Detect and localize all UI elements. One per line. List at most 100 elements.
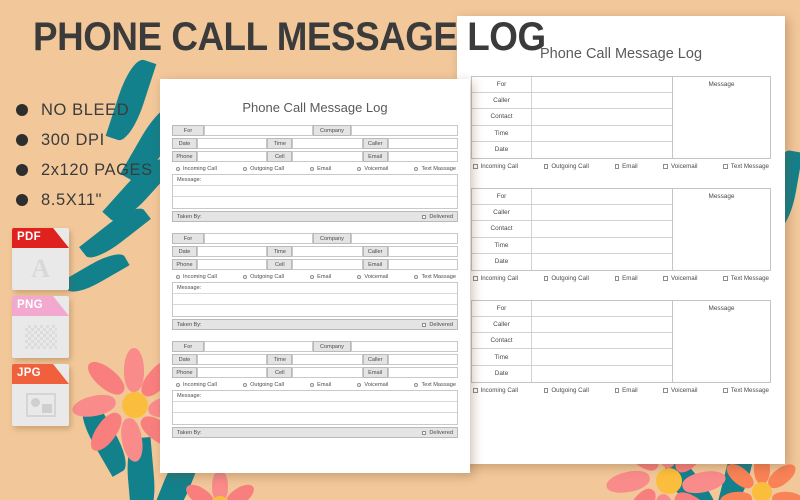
field-input-time[interactable]: [532, 238, 672, 253]
checkbox-option[interactable]: Text Message: [723, 275, 769, 282]
message-line[interactable]: [173, 294, 457, 305]
field-input-caller[interactable]: [532, 205, 672, 220]
radio-icon[interactable]: [357, 275, 362, 279]
radio-icon[interactable]: [243, 383, 248, 387]
field-input-for[interactable]: [204, 233, 313, 244]
radio-icon[interactable]: [357, 383, 362, 387]
radio-option[interactable]: Outgoing Call: [243, 274, 284, 280]
field-input-caller[interactable]: [387, 246, 458, 257]
message-column[interactable]: Message: [672, 188, 770, 270]
radio-option[interactable]: Incoming Call: [176, 382, 217, 388]
field-input-caller[interactable]: [532, 93, 672, 108]
checkbox-icon[interactable]: [723, 276, 728, 281]
message-box[interactable]: Message:: [172, 390, 458, 425]
checkbox-icon[interactable]: [543, 276, 549, 281]
field-input-caller[interactable]: [387, 138, 458, 149]
field-input-company[interactable]: [351, 233, 458, 244]
checkbox-icon[interactable]: [723, 388, 728, 393]
radio-icon[interactable]: [176, 383, 180, 387]
radio-option[interactable]: Text Massage: [414, 274, 456, 280]
message-line[interactable]: [173, 197, 457, 208]
message-line[interactable]: [173, 186, 457, 197]
field-input-date[interactable]: [532, 366, 672, 382]
checkbox-icon[interactable]: [422, 322, 427, 327]
checkbox-option[interactable]: Outgoing Call: [543, 275, 589, 282]
field-input-cell[interactable]: [292, 259, 363, 270]
field-input-time[interactable]: [292, 138, 363, 149]
field-input-time[interactable]: [532, 349, 672, 364]
checkbox-icon[interactable]: [422, 430, 427, 435]
field-input-email[interactable]: [387, 259, 458, 270]
field-input-contact[interactable]: [532, 333, 672, 348]
radio-icon[interactable]: [243, 167, 248, 171]
checkbox-icon[interactable]: [723, 164, 728, 169]
delivered-checkbox[interactable]: Delivered: [422, 430, 453, 436]
radio-option[interactable]: Outgoing Call: [243, 382, 284, 388]
radio-icon[interactable]: [310, 383, 315, 387]
field-input-date[interactable]: [197, 138, 268, 149]
radio-option[interactable]: Email: [310, 274, 331, 280]
field-input-for[interactable]: [204, 125, 313, 136]
radio-icon[interactable]: [414, 167, 419, 171]
field-input-for[interactable]: [532, 301, 672, 316]
field-input-time[interactable]: [292, 246, 363, 257]
field-input-company[interactable]: [351, 125, 458, 136]
checkbox-icon[interactable]: [614, 164, 620, 169]
checkbox-icon[interactable]: [543, 164, 549, 169]
radio-option[interactable]: Incoming Call: [176, 274, 217, 280]
message-line[interactable]: [173, 305, 457, 316]
field-input-caller[interactable]: [532, 317, 672, 332]
radio-option[interactable]: Voicemail: [357, 382, 388, 388]
checkbox-option[interactable]: Incoming Call: [473, 387, 518, 394]
checkbox-icon[interactable]: [543, 388, 549, 393]
checkbox-icon[interactable]: [473, 164, 478, 169]
checkbox-icon[interactable]: [663, 164, 668, 169]
field-input-caller[interactable]: [387, 354, 458, 365]
checkbox-option[interactable]: Email: [614, 387, 638, 394]
radio-icon[interactable]: [243, 275, 248, 279]
front-page-preview[interactable]: Phone Call Message Log For Company Date Tim…: [160, 79, 470, 473]
radio-icon[interactable]: [176, 275, 180, 279]
radio-icon[interactable]: [310, 167, 315, 171]
checkbox-icon[interactable]: [422, 214, 427, 219]
checkbox-icon[interactable]: [614, 276, 620, 281]
message-column[interactable]: Message: [672, 300, 770, 382]
field-input-cell[interactable]: [292, 151, 363, 162]
radio-icon[interactable]: [310, 275, 315, 279]
checkbox-option[interactable]: Text Message: [723, 387, 769, 394]
delivered-checkbox[interactable]: Delivered: [422, 214, 453, 220]
message-box[interactable]: Message:: [172, 282, 458, 317]
checkbox-option[interactable]: Email: [614, 163, 638, 170]
checkbox-icon[interactable]: [663, 276, 668, 281]
delivered-checkbox[interactable]: Delivered: [422, 322, 453, 328]
field-input-email[interactable]: [387, 367, 458, 378]
field-input-email[interactable]: [387, 151, 458, 162]
field-input-for[interactable]: [532, 189, 672, 204]
field-input-time[interactable]: [292, 354, 363, 365]
checkbox-option[interactable]: Outgoing Call: [543, 387, 589, 394]
field-input-date[interactable]: [532, 142, 672, 158]
checkbox-icon[interactable]: [473, 388, 478, 393]
field-input-date[interactable]: [532, 254, 672, 270]
checkbox-option[interactable]: Outgoing Call: [543, 163, 589, 170]
radio-icon[interactable]: [176, 167, 180, 171]
checkbox-icon[interactable]: [473, 276, 478, 281]
checkbox-option[interactable]: Voicemail: [663, 387, 697, 394]
checkbox-icon[interactable]: [614, 388, 620, 393]
field-input-phone[interactable]: [197, 367, 268, 378]
radio-option[interactable]: Voicemail: [357, 274, 388, 280]
checkbox-option[interactable]: Incoming Call: [473, 163, 518, 170]
radio-icon[interactable]: [414, 275, 419, 279]
checkbox-option[interactable]: Voicemail: [663, 163, 697, 170]
field-input-company[interactable]: [351, 341, 458, 352]
back-page-preview[interactable]: Phone Call Message Log For Caller Contact T…: [457, 16, 785, 464]
field-input-for[interactable]: [204, 341, 313, 352]
radio-option[interactable]: Email: [310, 166, 331, 172]
radio-option[interactable]: Incoming Call: [176, 166, 217, 172]
field-input-phone[interactable]: [197, 151, 268, 162]
radio-icon[interactable]: [357, 167, 362, 171]
field-input-contact[interactable]: [532, 221, 672, 236]
radio-option[interactable]: Email: [310, 382, 331, 388]
checkbox-option[interactable]: Incoming Call: [473, 275, 518, 282]
field-input-date[interactable]: [197, 246, 268, 257]
